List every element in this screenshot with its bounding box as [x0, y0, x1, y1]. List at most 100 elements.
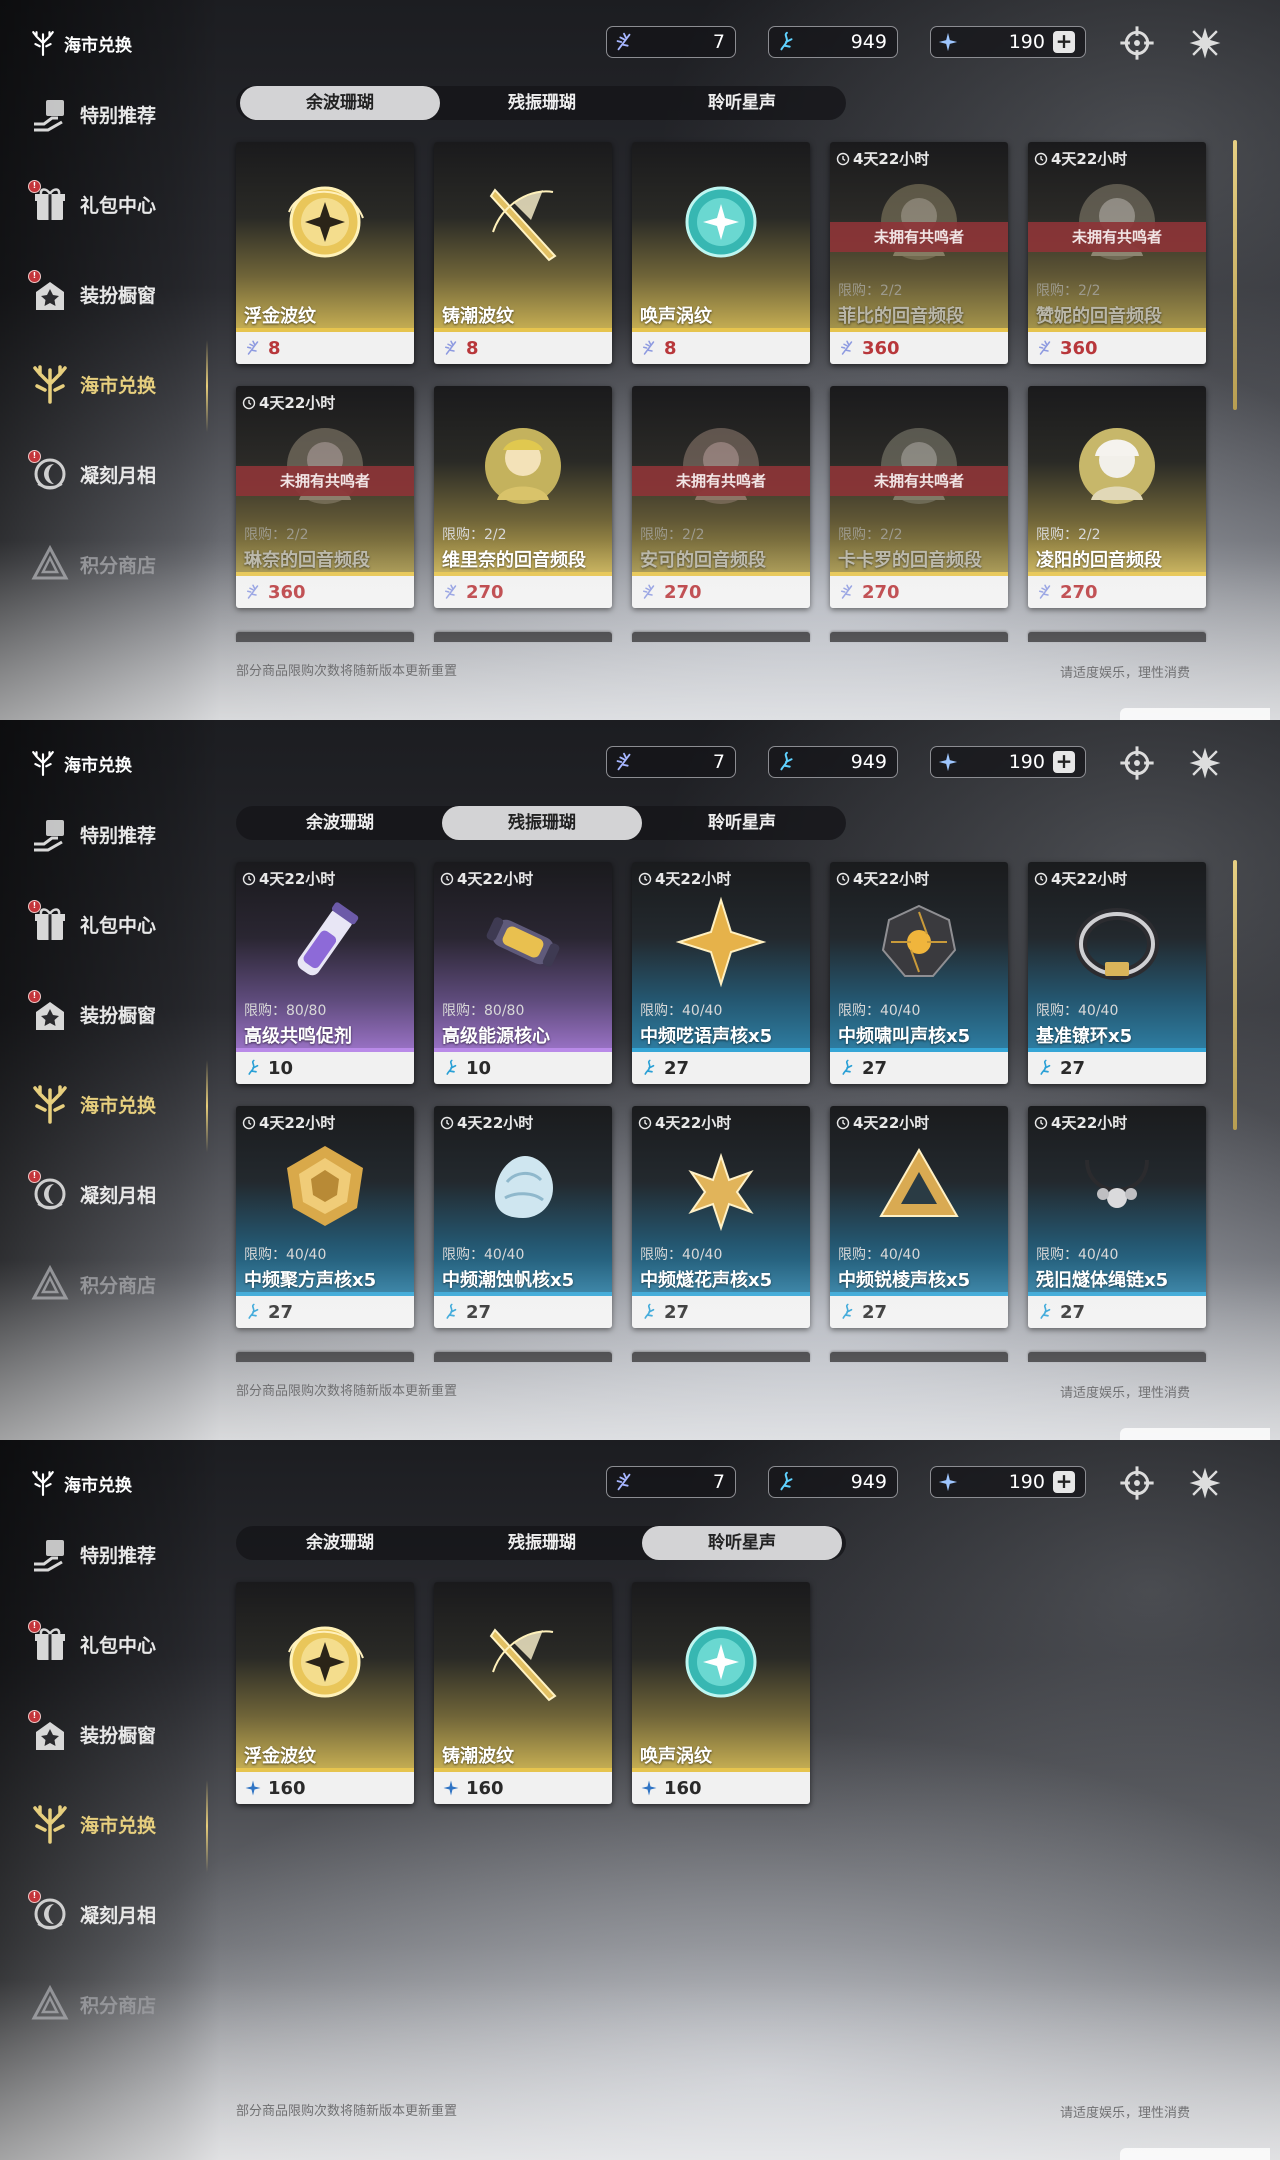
- price-row: 8: [434, 332, 612, 364]
- shop-card[interactable]: 浮金波纹 8: [236, 142, 414, 364]
- tab-yubo[interactable]: 余波珊瑚: [240, 86, 440, 120]
- sidebar-item-wardrobe[interactable]: ! 装扮橱窗: [28, 1710, 156, 1754]
- sidebar-item-points[interactable]: 积分商店: [30, 1264, 156, 1304]
- price-row: 360: [236, 576, 414, 608]
- star-coral-icon: [937, 31, 959, 53]
- layered-gold-icon: [287, 1146, 363, 1226]
- tab-canzhen[interactable]: 残振珊瑚: [442, 1526, 642, 1560]
- price: 27: [268, 1301, 294, 1323]
- timer: 4天22小时: [638, 868, 731, 889]
- add-currency-button[interactable]: +: [1052, 31, 1075, 53]
- clock-icon: [1034, 872, 1048, 886]
- shop-card[interactable]: 4天22小时 限购：80/80 高级共鸣促剂 10: [236, 862, 414, 1084]
- timer: 4天22小时: [836, 1112, 929, 1133]
- sidebar-item-special[interactable]: 特别推荐: [30, 94, 156, 134]
- add-currency-button[interactable]: +: [1052, 751, 1075, 773]
- item-name: 铸潮波纹: [442, 1746, 514, 1767]
- sidebar-item-moon[interactable]: ! 凝刻月相: [28, 1890, 156, 1934]
- price-row: 27: [434, 1296, 612, 1328]
- shop-card[interactable]: 4天22小时 限购：40/40 中频呓语声核x5 27: [632, 862, 810, 1084]
- currency-star-value: 190: [1008, 31, 1045, 53]
- price: 27: [1060, 1301, 1086, 1323]
- next-row-card: [434, 1352, 612, 1362]
- item-name: 浮金波纹: [244, 1746, 316, 1767]
- sidebar-item-moon[interactable]: ! 凝刻月相: [28, 1170, 156, 1214]
- shop-card[interactable]: 4天22小时 限购：80/80 高级能源核心 10: [434, 862, 612, 1084]
- shop-card[interactable]: 唤声涡纹 160: [632, 1582, 810, 1804]
- shop-card[interactable]: 4天22小时 限购：40/40 残旧燧体绳链x5 27: [1028, 1106, 1206, 1328]
- shop-card[interactable]: 未拥有共鸣者 限购：2/2 安可的回音频段 270: [632, 386, 810, 608]
- shop-card[interactable]: 未拥有共鸣者 限购：2/2 卡卡罗的回音频段 270: [830, 386, 1008, 608]
- wave-coral-icon: [838, 1059, 856, 1077]
- feather-coral-icon: [838, 583, 856, 601]
- wave-coral-icon: [775, 751, 797, 773]
- add-currency-button[interactable]: +: [1052, 1471, 1075, 1493]
- purchase-limit: 限购：2/2: [640, 527, 705, 543]
- price-row: 27: [830, 1296, 1008, 1328]
- target-icon[interactable]: [1118, 744, 1156, 782]
- target-icon[interactable]: [1118, 1464, 1156, 1502]
- purchase-limit: 限购：40/40: [1036, 1003, 1119, 1019]
- sidebar-item-wardrobe[interactable]: ! 装扮橱窗: [28, 270, 156, 314]
- scrollbar[interactable]: [1233, 140, 1237, 410]
- scrollbar[interactable]: [1233, 860, 1237, 1130]
- close-icon[interactable]: [1186, 24, 1224, 62]
- tab-yubo[interactable]: 余波珊瑚: [240, 1526, 440, 1560]
- currency-wave-value: 949: [850, 31, 887, 53]
- star-coral-icon: [937, 1471, 959, 1493]
- shop-card[interactable]: 限购：2/2 凌阳的回音频段 270: [1028, 386, 1206, 608]
- item-name: 唤声涡纹: [640, 306, 712, 327]
- gift-hand-icon: [30, 1534, 70, 1574]
- price: 360: [1060, 337, 1098, 359]
- sidebar-item-points[interactable]: 积分商店: [30, 1984, 156, 2024]
- character-portrait-icon: [485, 428, 561, 504]
- timer-text: 4天22小时: [853, 870, 930, 888]
- shop-card[interactable]: 铸潮波纹 160: [434, 1582, 612, 1804]
- close-icon[interactable]: [1186, 744, 1224, 782]
- shop-card[interactable]: 限购：2/2 维里奈的回音频段 270: [434, 386, 612, 608]
- item-name: 基准镣环x5: [1036, 1026, 1133, 1047]
- sidebar-item-moon[interactable]: ! 凝刻月相: [28, 450, 156, 494]
- shop-card[interactable]: 铸潮波纹 8: [434, 142, 612, 364]
- shop-card[interactable]: 4天22小时 限购：40/40 中频燧花声核x5 27: [632, 1106, 810, 1328]
- shop-card[interactable]: 4天22小时 限购：40/40 中频潮蚀帆核x5 27: [434, 1106, 612, 1328]
- sidebar-item-exchange[interactable]: 海市兑换: [30, 1804, 156, 1844]
- tab-yubo[interactable]: 余波珊瑚: [240, 806, 440, 840]
- shop-card[interactable]: 唤声涡纹 8: [632, 142, 810, 364]
- sidebar-item-gift-center[interactable]: ! 礼包中心: [28, 180, 156, 224]
- tab-canzhen[interactable]: 残振珊瑚: [442, 806, 642, 840]
- shop-card[interactable]: 浮金波纹 160: [236, 1582, 414, 1804]
- tab-canzhen[interactable]: 残振珊瑚: [442, 86, 642, 120]
- sidebar-item-exchange[interactable]: 海市兑换: [30, 364, 156, 404]
- shop-card[interactable]: 4天22小时 限购：40/40 中频聚方声核x5 27: [236, 1106, 414, 1328]
- sidebar-item-gift-center[interactable]: ! 礼包中心: [28, 1620, 156, 1664]
- tab-lingting[interactable]: 聆听星声: [642, 806, 842, 840]
- sidebar-item-special[interactable]: 特别推荐: [30, 814, 156, 854]
- shop-card[interactable]: 4天22小时 未拥有共鸣者 限购：2/2 赞妮的回音频段 360: [1028, 142, 1206, 364]
- timer-text: 4天22小时: [457, 1114, 534, 1132]
- feather-coral-icon: [442, 583, 460, 601]
- clock-icon: [440, 1116, 454, 1130]
- sidebar-item-label: 装扮橱窗: [80, 1004, 157, 1027]
- shop-card[interactable]: 4天22小时 未拥有共鸣者 限购：2/2 琳奈的回音频段 360: [236, 386, 414, 608]
- sidebar-item-exchange[interactable]: 海市兑换: [30, 1084, 156, 1124]
- timer-text: 4天22小时: [259, 870, 336, 888]
- tab-lingting[interactable]: 聆听星声: [642, 1526, 842, 1560]
- target-icon[interactable]: [1118, 24, 1156, 62]
- sidebar-item-points[interactable]: 积分商店: [30, 544, 156, 584]
- shop-card[interactable]: 4天22小时 限购：40/40 中频锐棱声核x5 27: [830, 1106, 1008, 1328]
- sidebar-item-wardrobe[interactable]: ! 装扮橱窗: [28, 990, 157, 1034]
- tab-lingting[interactable]: 聆听星声: [642, 86, 842, 120]
- shop-card[interactable]: 4天22小时 未拥有共鸣者 限购：2/2 菲比的回音频段 360: [830, 142, 1008, 364]
- shop-card[interactable]: 4天22小时 限购：40/40 中频啸叫声核x5 27: [830, 862, 1008, 1084]
- close-icon[interactable]: [1186, 1464, 1224, 1502]
- sidebar-item-gift-center[interactable]: ! 礼包中心: [28, 900, 156, 944]
- shop-card[interactable]: 4天22小时 限购：40/40 基准镣环x5 27: [1028, 862, 1206, 1084]
- timer: 4天22小时: [440, 1112, 533, 1133]
- item-name: 安可的回音频段: [640, 550, 766, 571]
- notify-badge: !: [28, 900, 41, 913]
- currency-wave: 949: [768, 26, 898, 58]
- sidebar-item-special[interactable]: 特别推荐: [30, 1534, 156, 1574]
- next-row-card: [236, 1352, 414, 1362]
- crystal-icon: [495, 1156, 553, 1218]
